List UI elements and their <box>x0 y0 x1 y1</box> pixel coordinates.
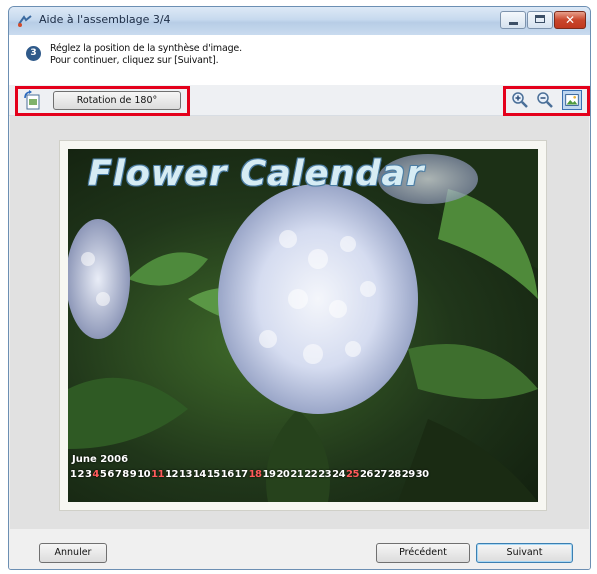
app-icon <box>18 15 32 27</box>
calendar-day: 29 <box>401 469 415 480</box>
toolbar: Rotation de 180° <box>9 85 590 116</box>
footer: Annuler Précédent Suivant <box>9 529 590 569</box>
next-button[interactable]: Suivant <box>476 543 573 563</box>
calendar-day: 10 <box>137 469 151 480</box>
assembly-wizard-window: Aide à l'assemblage 3/4 ✕ 3 Réglez la po… <box>8 6 591 570</box>
calendar-day: 2 <box>77 469 84 480</box>
fit-to-window-icon[interactable] <box>562 90 582 110</box>
calendar-day: 5 <box>99 469 107 480</box>
calendar-day: 9 <box>129 469 137 480</box>
zoom-out-icon[interactable] <box>536 91 554 109</box>
calendar-day: 4 <box>92 469 99 480</box>
rotate-page-icon[interactable] <box>23 90 41 110</box>
calendar-day: 1 <box>70 469 77 480</box>
calendar-day: 12 <box>165 469 178 480</box>
calendar-month: June 2006 <box>72 454 129 465</box>
calendar-day: 6 <box>107 469 114 480</box>
calendar-day: 30 <box>415 469 429 480</box>
calendar-day: 11 <box>151 469 165 480</box>
calendar-day: 3 <box>84 469 92 480</box>
rotate-180-button[interactable]: Rotation de 180° <box>53 91 181 110</box>
calendar-day: 8 <box>122 469 129 480</box>
title-bar[interactable]: Aide à l'assemblage 3/4 ✕ <box>9 7 590 36</box>
calendar-day: 20 <box>276 469 290 480</box>
maximize-button[interactable] <box>527 11 553 29</box>
calendar-day: 7 <box>114 469 122 480</box>
calendar-day: 19 <box>262 469 276 480</box>
calendar-day: 18 <box>248 469 262 480</box>
minimize-icon <box>509 22 518 25</box>
calendar-day: 28 <box>387 469 401 480</box>
calendar-day: 23 <box>318 469 332 480</box>
calendar-day: 21 <box>290 469 304 480</box>
calendar-day: 22 <box>304 469 318 480</box>
calendar-day: 14 <box>192 469 206 480</box>
calendar-day: 27 <box>373 469 387 480</box>
maximize-icon <box>535 15 545 23</box>
instructions-header: 3 Réglez la position de la synthèse d'im… <box>9 35 590 85</box>
calendar-day: 16 <box>220 469 234 480</box>
calendar-day: 24 <box>332 469 346 480</box>
calendar-title: Flower Calendar <box>88 154 425 194</box>
calendar-days-row: 1 2 3 4 5 6 7 8 9 10 11 12 13 14 15 16 17 18 19 20 21 22 23 24 2… <box>70 469 429 480</box>
calendar-day: 13 <box>178 469 192 480</box>
calendar-day: 26 <box>359 469 373 480</box>
step-number-badge: 3 <box>26 46 41 61</box>
cancel-button[interactable]: Annuler <box>39 543 107 563</box>
calendar-day: 15 <box>206 469 220 480</box>
minimize-button[interactable] <box>500 11 526 29</box>
instruction-line-2: Pour continuer, cliquez sur [Suivant]. <box>50 55 219 66</box>
hydrangea-image <box>68 149 538 502</box>
close-icon: ✕ <box>564 13 576 27</box>
zoom-in-icon[interactable] <box>511 91 529 109</box>
calendar-day: 25 <box>346 469 359 480</box>
page-preview[interactable]: Flower Calendar June 2006 1 2 3 4 5 6 7 8 9 10 11 1… <box>60 141 546 510</box>
calendar-day: 17 <box>234 469 248 480</box>
close-button[interactable]: ✕ <box>554 11 586 29</box>
preview-area: Flower Calendar June 2006 1 2 3 4 5 6 7 8 9 10 11 1… <box>10 116 589 529</box>
instruction-line-1: Réglez la position de la synthèse d'imag… <box>50 43 242 54</box>
flower-photo: Flower Calendar June 2006 1 2 3 4 5 6 7 8 9 10 11 1… <box>68 149 538 502</box>
previous-button[interactable]: Précédent <box>376 543 470 563</box>
window-title: Aide à l'assemblage 3/4 <box>39 13 171 26</box>
